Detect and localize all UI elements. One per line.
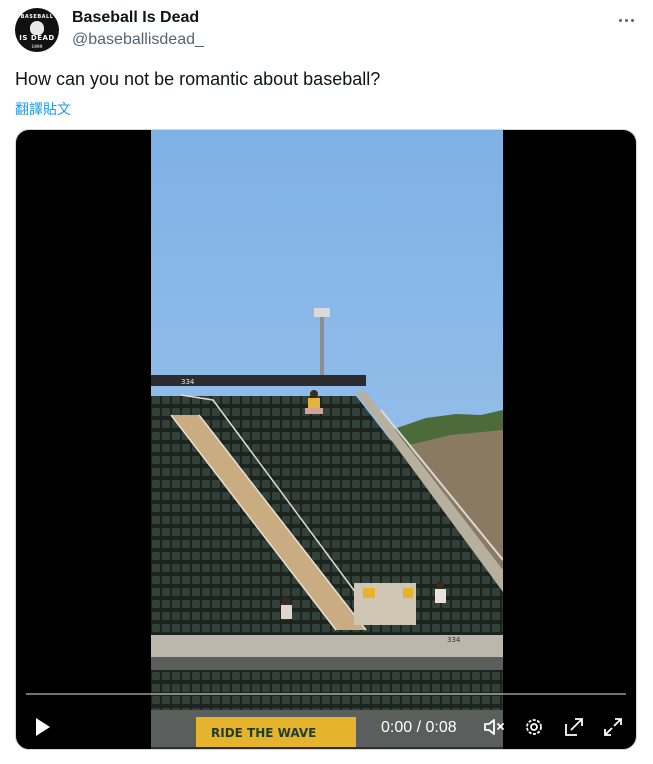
author-display-name[interactable]: Baseball Is Dead — [72, 9, 199, 27]
video-player[interactable]: 334 334 RIDE THE WAVE 0:00 / 0:08 — [15, 129, 637, 750]
translate-post-link[interactable]: 翻譯貼文 — [15, 99, 71, 119]
settings-icon[interactable] — [522, 715, 546, 739]
more-options-icon[interactable] — [614, 12, 638, 28]
avatar-text-mid: IS DEAD — [19, 34, 55, 42]
author-handle[interactable]: @baseballisdead_ — [72, 31, 204, 49]
video-progress-bar[interactable] — [26, 693, 626, 695]
video-time-display: 0:00 / 0:08 — [381, 719, 457, 736]
avatar[interactable]: BASEBALL IS DEAD 1999 — [15, 8, 59, 52]
avatar-text-top: BASEBALL — [20, 14, 54, 20]
tweet-text: How can you not be romantic about baseba… — [15, 69, 381, 89]
video-frame[interactable]: 334 334 RIDE THE WAVE — [151, 130, 503, 749]
popout-icon[interactable] — [562, 715, 586, 739]
section-number-top: 334 — [181, 378, 195, 386]
skull-icon — [30, 21, 44, 35]
ride-the-wave-banner: RIDE THE WAVE — [211, 726, 316, 740]
fullscreen-icon[interactable] — [601, 715, 625, 739]
section-number-lower: 334 — [447, 636, 461, 644]
avatar-text-bottom: 1999 — [31, 44, 43, 49]
mute-icon[interactable] — [482, 715, 506, 739]
stadium-scene: 334 334 RIDE THE WAVE — [151, 130, 503, 749]
play-icon[interactable] — [30, 715, 54, 739]
